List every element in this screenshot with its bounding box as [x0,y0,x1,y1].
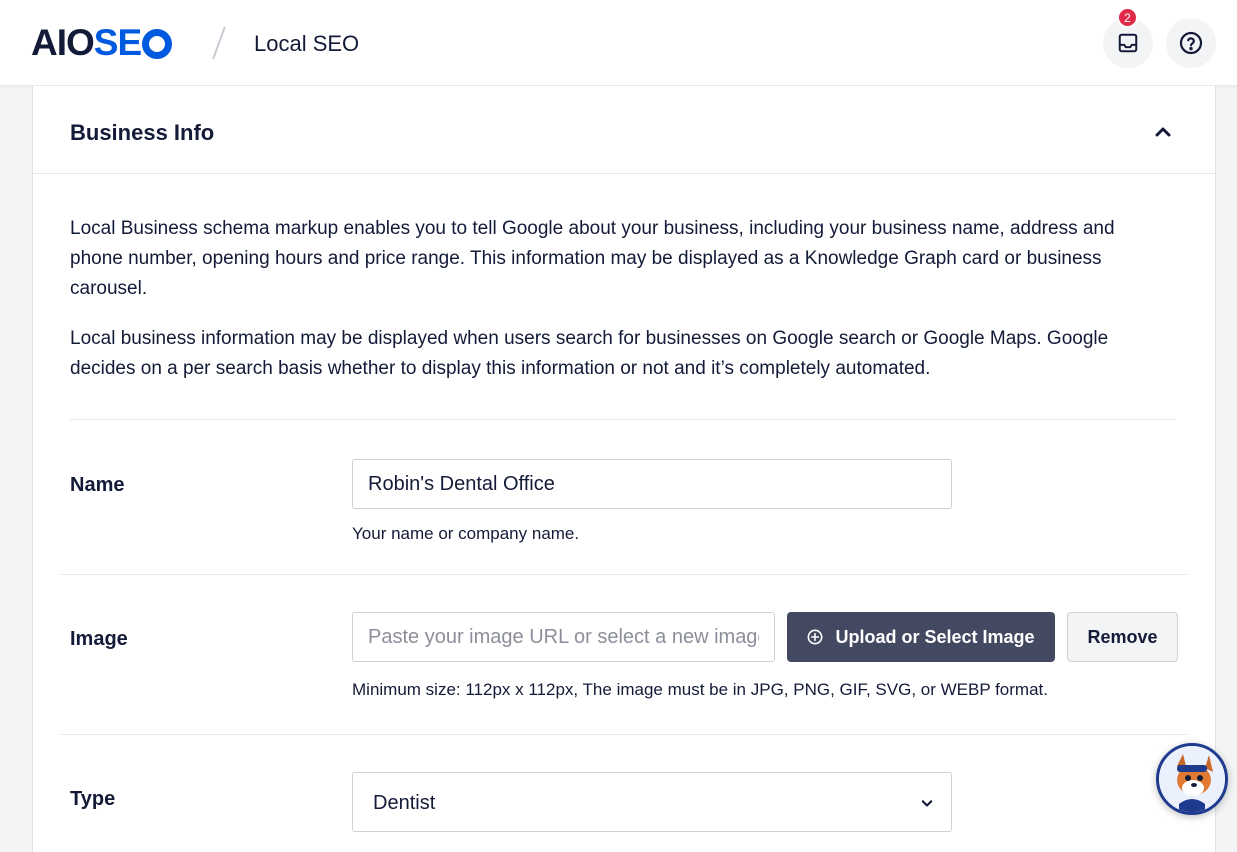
card-header[interactable]: Business Info [33,86,1215,174]
logo-gear-icon [142,29,173,59]
business-info-card: Business Info Local Business schema mark… [32,86,1216,852]
card-title: Business Info [70,120,215,145]
row-divider [60,734,1188,735]
logo-text-aio: AIO [31,22,95,63]
logo-text-seo: SE [94,22,173,64]
breadcrumb-divider [212,26,226,60]
description-paragraph-1: Local Business schema markup enables you… [70,218,1115,299]
chevron-down-icon [921,800,933,807]
name-hint: Your name or company name. [352,524,580,543]
upload-image-button[interactable]: Upload or Select Image [787,612,1055,662]
name-input[interactable] [352,459,952,509]
image-label: Image [70,628,128,650]
name-label: Name [70,474,125,496]
aioseo-logo[interactable]: AIO SE [31,22,173,64]
inbox-icon [1118,33,1138,53]
row-divider [60,574,1188,575]
breadcrumb-current: Local SEO [254,31,360,56]
description-paragraph-2: Local business information may be displa… [70,328,1109,379]
help-circle-icon [1179,31,1203,55]
notification-count-badge: 2 [1117,7,1138,28]
help-button[interactable] [1166,18,1216,68]
plus-circle-icon [808,629,823,645]
type-label: Type [70,788,116,810]
mascot-helper-button[interactable] [1156,743,1228,815]
remove-image-button[interactable]: Remove [1067,612,1178,662]
type-select[interactable]: Dentist [352,772,952,832]
chevron-up-icon[interactable] [1151,120,1175,144]
type-selected-value: Dentist [373,792,436,814]
section-divider [70,419,1176,420]
image-url-input[interactable] [352,612,775,662]
mascot-dog-icon [1159,746,1225,812]
top-header: AIO SE Local SEO 2 [0,0,1237,86]
image-hint: Minimum size: 112px x 112px, The image m… [352,680,1048,699]
upload-image-label: Upload or Select Image [835,626,1035,647]
